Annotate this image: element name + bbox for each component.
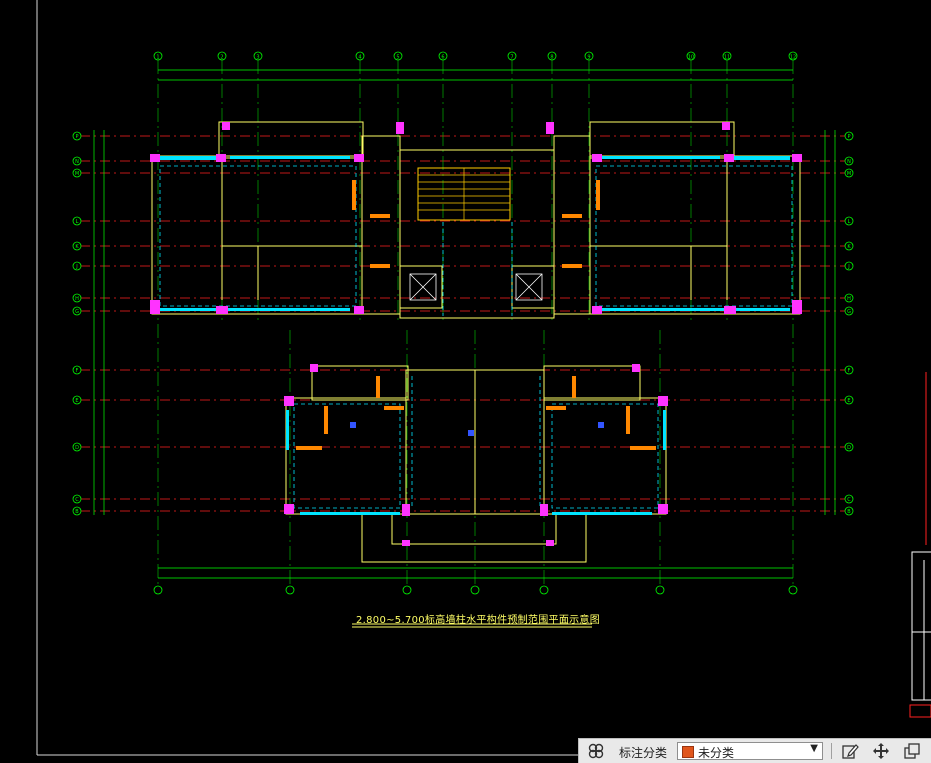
axis-label-side: C xyxy=(847,497,851,503)
dimension-lines xyxy=(93,69,836,579)
axis-label-side: P xyxy=(75,134,78,140)
axis-label-side: H xyxy=(847,296,851,302)
red-revision-mark xyxy=(909,372,931,718)
column-markers xyxy=(150,122,802,546)
axis-label-top: 4 xyxy=(358,55,361,61)
category-color-swatch xyxy=(682,746,694,758)
horizontal-axis-lines xyxy=(80,135,850,512)
category-label: 标注分类 xyxy=(619,746,668,760)
move-icon[interactable] xyxy=(872,742,890,760)
axis-label-side: J xyxy=(847,264,849,270)
category-select-value: 未分类 xyxy=(698,746,735,760)
axis-label-side: B xyxy=(847,509,851,515)
building-walls xyxy=(151,121,801,563)
axis-label-top: 3 xyxy=(256,55,259,61)
axis-label-side: L xyxy=(848,219,851,225)
stair-treads xyxy=(418,168,510,220)
elevator-shafts xyxy=(409,273,543,301)
cad-drawing-canvas[interactable]: 1 2 3 4 5 6 7 8 9 10 11 12P PN NM ML LK KJ JH HG GF FE ED DC CB… xyxy=(0,0,931,762)
axis-label-side: M xyxy=(75,171,79,177)
drawing-title: 2.800~5.700标高墙柱水平构件预制范围平面示意图 xyxy=(356,615,601,626)
axis-label-side: B xyxy=(75,509,79,515)
axis-label-side: P xyxy=(847,134,850,140)
axis-label-side: G xyxy=(847,309,851,315)
beam-lines xyxy=(159,165,793,509)
axis-label-top: 8 xyxy=(550,55,553,61)
axis-label-side: D xyxy=(75,445,79,451)
annotation-toolbar: 标注分类 未分类 ▼ xyxy=(578,738,931,763)
axis-label-side: F xyxy=(76,368,79,374)
view-mode-icon[interactable] xyxy=(587,742,605,760)
axis-label-side: E xyxy=(75,398,78,404)
axis-bubbles xyxy=(72,51,854,595)
axis-label-side: H xyxy=(75,296,79,302)
axis-label-side: F xyxy=(848,368,851,374)
axis-label-top: 10 xyxy=(688,55,694,61)
blue-markers xyxy=(350,422,604,436)
axis-label-side: N xyxy=(847,159,851,165)
axis-label-top: 6 xyxy=(441,55,444,61)
toolbar-divider xyxy=(831,743,832,759)
copy-icon[interactable] xyxy=(903,742,921,760)
axis-label-top: 12 xyxy=(790,55,796,61)
axis-label-side: J xyxy=(75,264,77,270)
axis-label-top: 5 xyxy=(396,55,399,61)
axis-label-side: C xyxy=(75,497,79,503)
axis-label-side: E xyxy=(847,398,850,404)
axis-label-top: 7 xyxy=(510,55,513,61)
axis-label-top: 11 xyxy=(724,55,730,61)
axis-label-side: M xyxy=(847,171,851,177)
axis-label-top: 9 xyxy=(587,55,590,61)
axis-label-top: 2 xyxy=(220,55,223,61)
sheet-border xyxy=(36,0,580,756)
category-select[interactable]: 未分类 ▼ xyxy=(677,742,823,760)
axis-label-top: 1 xyxy=(156,55,159,61)
edit-icon[interactable] xyxy=(841,742,859,760)
axis-label-side: N xyxy=(75,159,79,165)
axis-label-side: L xyxy=(76,219,79,225)
chevron-down-icon: ▼ xyxy=(810,743,818,754)
axis-label-side: G xyxy=(75,309,79,315)
axis-label-side: D xyxy=(847,445,851,451)
title-block xyxy=(911,551,931,701)
